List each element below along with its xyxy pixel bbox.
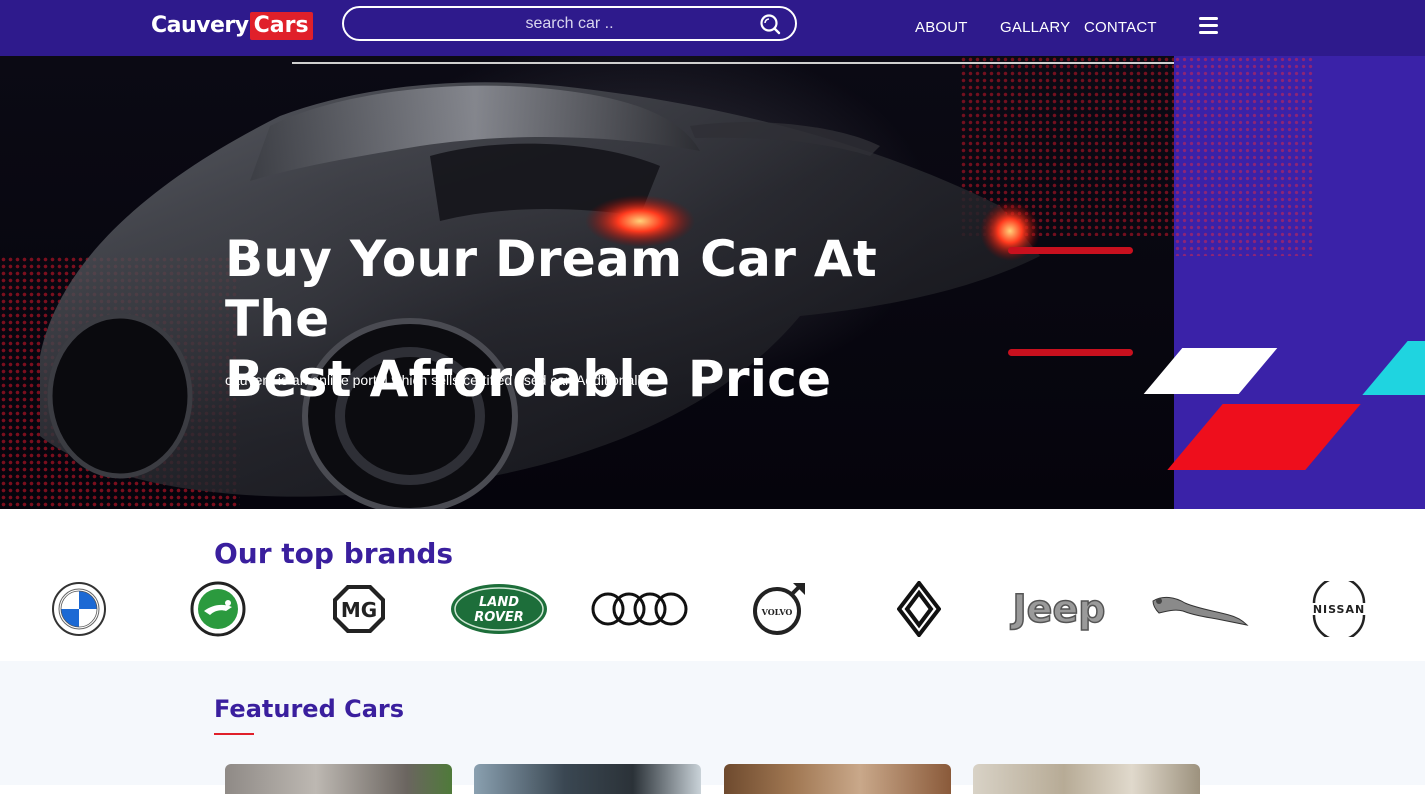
decor-red-bar-top [1008,247,1133,254]
svg-text:NISSAN: NISSAN [1313,603,1365,616]
jaguar-icon [1152,596,1249,626]
hero-blue-dot-pattern [1174,56,1314,256]
logo-text-cauvery: Cauvery [151,13,249,38]
site-logo[interactable]: Cauvery Cars [151,9,313,42]
featured-heading: Featured Cars [214,695,405,723]
hero-divider-line [292,62,1175,64]
skoda-icon [190,581,246,637]
featured-car-card[interactable] [474,764,701,794]
nav-about-link[interactable]: ABOUT [915,19,968,36]
svg-text:ROVER: ROVER [474,610,524,625]
audi-icon [591,592,688,626]
bmw-icon [52,582,106,636]
jeep-icon: Jeep [1009,586,1106,632]
featured-car-card[interactable] [973,764,1200,794]
nav-gallary-link[interactable]: GALLARY [1000,19,1070,36]
svg-text:MG: MG [341,598,377,622]
featured-cars-section: Featured Cars [0,661,1425,794]
svg-text:Jeep: Jeep [1010,587,1106,631]
hero-banner: Buy Your Dream Car At The Best Affordabl… [0,56,1425,509]
renault-icon [897,581,941,637]
brand-logo-land-rover[interactable]: LAND ROVER [449,581,549,637]
svg-text:VOLVO: VOLVO [761,607,793,617]
brand-logo-jaguar[interactable] [1149,581,1249,637]
brand-logo-mg[interactable]: MG [309,581,409,637]
brand-logo-bmw[interactable] [29,581,129,637]
land-rover-icon: LAND ROVER [451,584,547,634]
mg-icon: MG [333,585,385,633]
hero-heading-line1: Buy Your Dream Car At The [225,230,878,348]
search-icon[interactable] [759,13,781,35]
nav-contact-link[interactable]: CONTACT [1084,19,1157,36]
top-brands-section: Our top brands MG LAND ROVER VOLVO Jeep … [0,509,1425,661]
search-bar [342,6,797,41]
brand-logo-nissan[interactable]: NISSAN [1289,581,1389,637]
hero-subtitle: cauvery is an online portal which sells … [225,372,651,388]
featured-car-card[interactable] [724,764,951,794]
featured-heading-underline [214,733,254,735]
brand-logo-renault[interactable] [869,581,969,637]
svg-text:LAND: LAND [479,595,519,610]
hamburger-menu-icon[interactable] [1199,17,1218,35]
brand-logo-jeep[interactable]: Jeep [1009,581,1109,637]
brand-logo-volvo[interactable]: VOLVO [729,581,829,637]
top-nav-bar: Cauvery Cars ABOUT GALLARY CONTACT [0,0,1425,56]
search-input[interactable] [404,14,735,33]
nissan-icon: NISSAN [1312,581,1366,637]
decor-red-bar-bottom [1008,349,1133,356]
volvo-icon: VOLVO [753,583,805,635]
brands-heading: Our top brands [214,537,454,570]
brand-logo-audi[interactable] [589,581,689,637]
logo-text-cars: Cars [249,11,313,40]
featured-car-card[interactable] [225,764,452,794]
brand-logo-skoda[interactable] [168,581,268,637]
